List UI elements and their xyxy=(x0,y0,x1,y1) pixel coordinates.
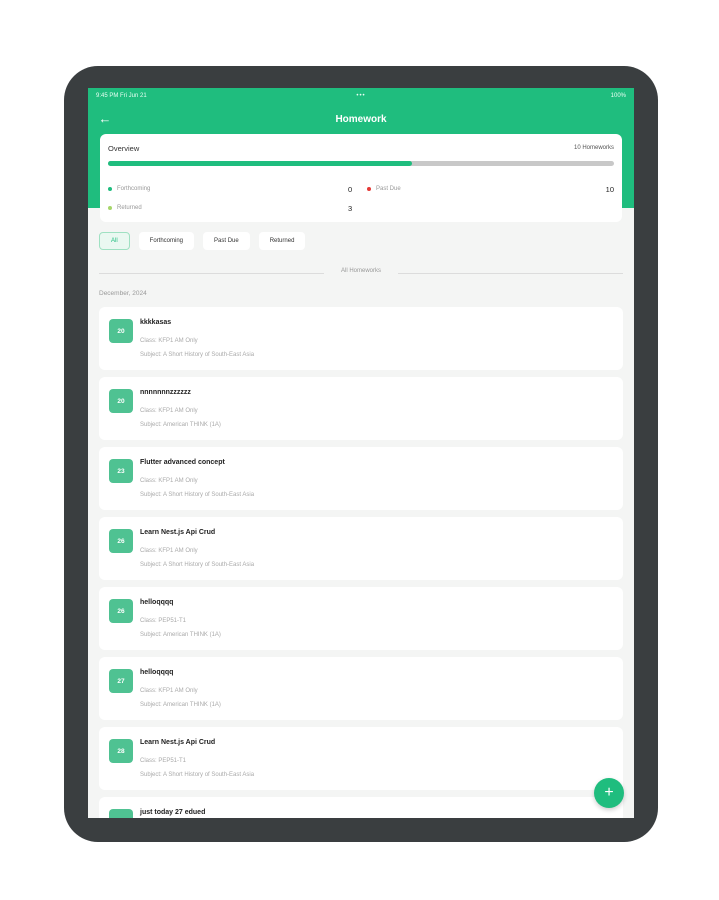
progress-fill xyxy=(108,161,412,166)
filter-returned[interactable]: Returned xyxy=(258,232,306,250)
overview-title: Overview xyxy=(108,144,140,153)
homework-item[interactable]: 20 kkkkasas Class: KFP1 AM Only Subject:… xyxy=(99,307,623,370)
homework-class: Class: KFP1 AM Only xyxy=(140,478,198,484)
homework-class: Class: KFP1 AM Only xyxy=(140,338,198,344)
homework-title: nnnnnnnzzzzzz xyxy=(140,389,191,396)
homework-subject: Subject: American THINK (1A) xyxy=(140,632,221,638)
homework-title: Flutter advanced concept xyxy=(140,459,225,466)
date-badge: 23 xyxy=(109,459,133,483)
date-badge: 28 xyxy=(109,739,133,763)
homework-item[interactable]: 26 helloqqqq Class: PEP51-T1 Subject: Am… xyxy=(99,587,623,650)
returned-stat: Returned xyxy=(108,205,142,211)
add-homework-button[interactable]: + xyxy=(594,778,624,808)
month-header: December, 2024 xyxy=(99,290,147,297)
page-title: Homework xyxy=(335,113,387,125)
date-badge: 26 xyxy=(109,599,133,623)
homework-title: kkkkasas xyxy=(140,319,172,326)
past-due-stat: Past Due xyxy=(367,186,401,192)
date-badge: 26 xyxy=(109,529,133,553)
forthcoming-dot xyxy=(108,187,112,191)
status-center: ••• xyxy=(356,93,366,99)
homework-item[interactable]: 29 just today 27 edued xyxy=(99,797,623,818)
past-due-label: Past Due xyxy=(376,186,401,192)
filter-forthcoming[interactable]: Forthcoming xyxy=(138,232,195,250)
date-badge: 27 xyxy=(109,669,133,693)
past-due-dot xyxy=(367,187,371,191)
returned-value: 3 xyxy=(348,204,353,213)
status-bar: 9:45 PM Fri Jun 21 ••• 100% xyxy=(88,88,634,104)
divider-line-left xyxy=(99,273,324,274)
back-button[interactable]: ← xyxy=(96,110,114,128)
plus-icon: + xyxy=(604,784,614,801)
homework-class: Class: PEP51-T1 xyxy=(140,618,187,624)
date-badge: 29 xyxy=(109,809,133,818)
status-time: 9:45 PM Fri Jun 21 xyxy=(96,93,147,99)
homework-item[interactable]: 23 Flutter advanced concept Class: KFP1 … xyxy=(99,447,623,510)
battery-status: 100% xyxy=(610,93,626,99)
filter-chips: All Forthcoming Past Due Returned xyxy=(99,232,306,250)
app-bar: ← Homework xyxy=(88,106,634,132)
app-screen: 9:45 PM Fri Jun 21 ••• 100% ← Homework O… xyxy=(88,88,634,818)
homework-class: Class: KFP1 AM Only xyxy=(140,688,198,694)
homework-title: Learn Nest.js Api Crud xyxy=(140,529,216,536)
divider-line-right xyxy=(398,273,623,274)
homework-subject: Subject: A Short History of South-East A… xyxy=(140,772,255,778)
homework-title: Learn Nest.js Api Crud xyxy=(140,739,216,746)
homework-title: just today 27 edued xyxy=(140,809,206,816)
returned-label: Returned xyxy=(117,205,142,211)
overview-progress-bar xyxy=(108,161,614,166)
homework-count: 10 Homeworks xyxy=(573,145,614,151)
homework-title: helloqqqq xyxy=(140,599,174,606)
overview-card: Overview 10 Homeworks Forthcoming 0 Past… xyxy=(100,134,622,222)
homework-class: Class: PEP51-T1 xyxy=(140,758,187,764)
homework-item[interactable]: 28 Learn Nest.js Api Crud Class: PEP51-T… xyxy=(99,727,623,790)
forthcoming-value: 0 xyxy=(348,185,353,194)
homework-item[interactable]: 20 nnnnnnnzzzzzz Class: KFP1 AM Only Sub… xyxy=(99,377,623,440)
homework-item[interactable]: 27 helloqqqq Class: KFP1 AM Only Subject… xyxy=(99,657,623,720)
homework-title: helloqqqq xyxy=(140,669,174,676)
returned-dot xyxy=(108,206,112,210)
homework-subject: Subject: A Short History of South-East A… xyxy=(140,352,255,358)
list-divider: All Homeworks xyxy=(99,268,623,278)
filter-all[interactable]: All xyxy=(99,232,130,250)
homework-item[interactable]: 26 Learn Nest.js Api Crud Class: KFP1 AM… xyxy=(99,517,623,580)
date-badge: 20 xyxy=(109,389,133,413)
forthcoming-stat: Forthcoming xyxy=(108,186,150,192)
homework-subject: Subject: American THINK (1A) xyxy=(140,422,221,428)
list-header: All Homeworks xyxy=(340,268,382,274)
arrow-left-icon: ← xyxy=(98,111,112,126)
homework-subject: Subject: American THINK (1A) xyxy=(140,702,221,708)
filter-past-due[interactable]: Past Due xyxy=(203,232,250,250)
homework-subject: Subject: A Short History of South-East A… xyxy=(140,562,255,568)
homework-class: Class: KFP1 AM Only xyxy=(140,548,198,554)
date-badge: 20 xyxy=(109,319,133,343)
homework-subject: Subject: A Short History of South-East A… xyxy=(140,492,255,498)
homework-class: Class: KFP1 AM Only xyxy=(140,408,198,414)
past-due-value: 10 xyxy=(605,185,614,194)
forthcoming-label: Forthcoming xyxy=(117,186,151,192)
